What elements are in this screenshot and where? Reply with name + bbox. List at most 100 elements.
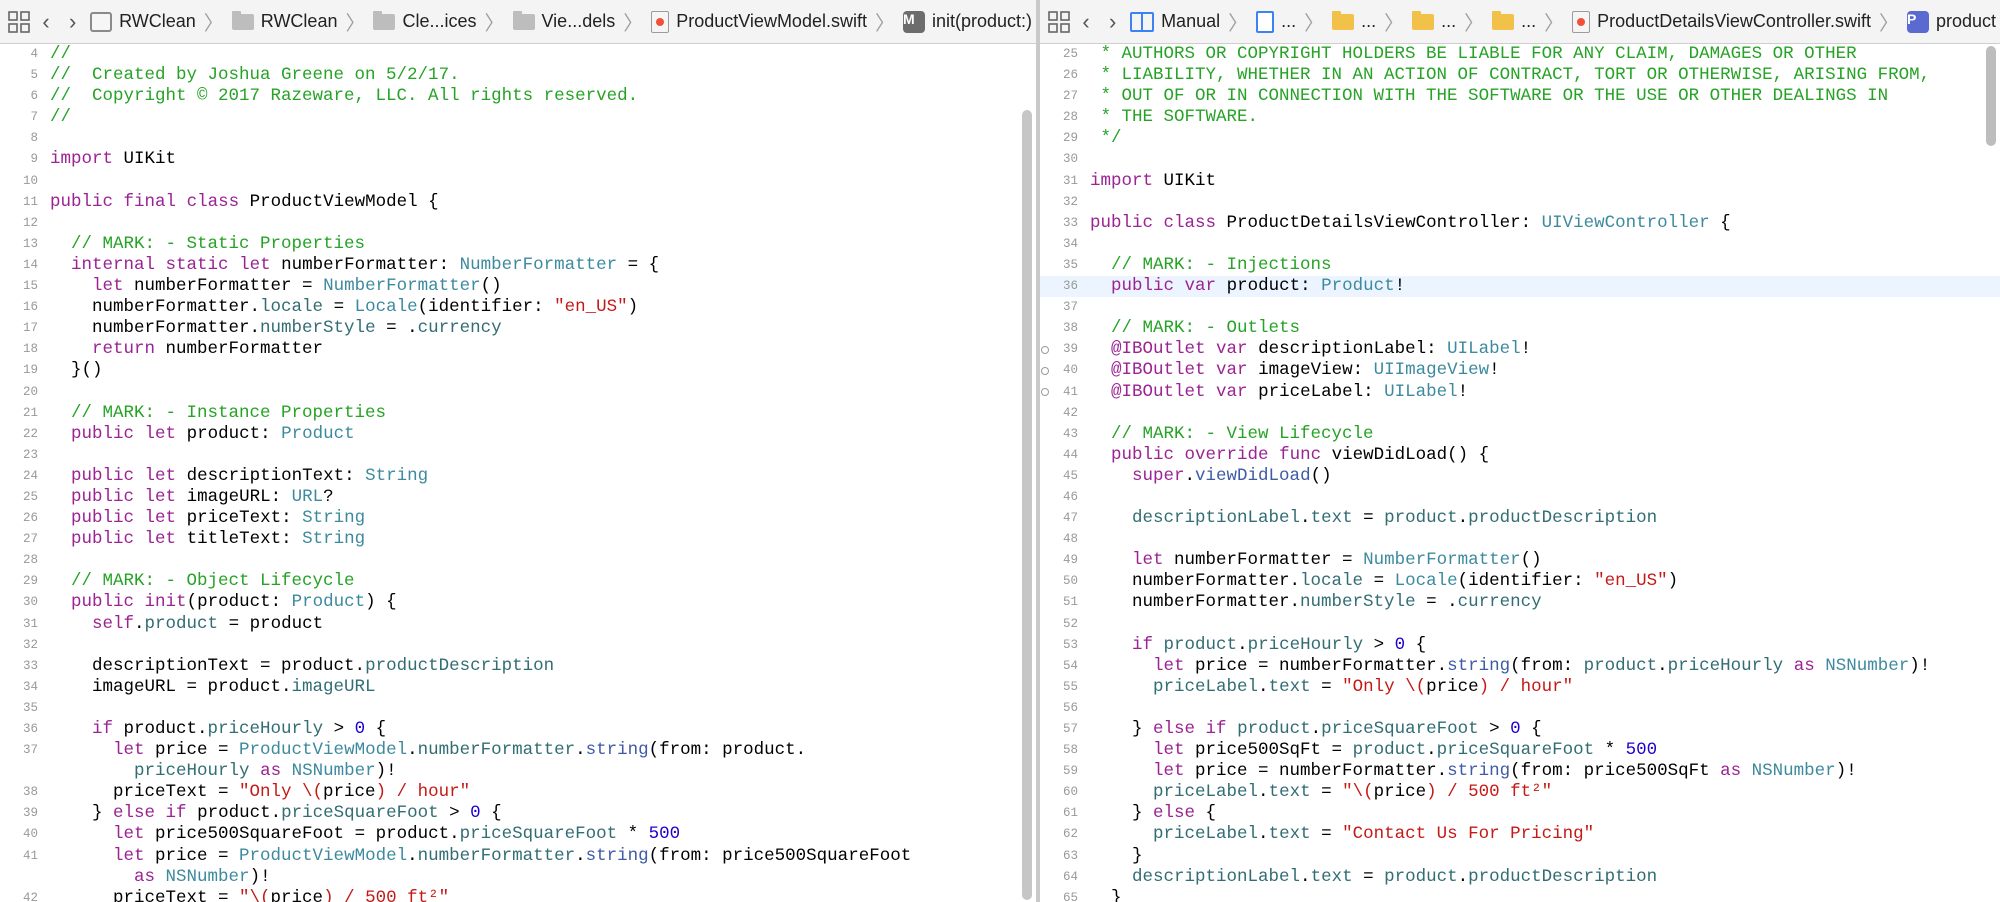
breadcrumb-group[interactable]: ... [1328,10,1380,32]
scrollbar[interactable] [1022,110,1032,900]
code-line[interactable]: 45 super.viewDidLoad() [1040,466,2000,487]
code-editor[interactable]: 4 // 5 // Created by Joshua Greene on 5/2/1… [0,44,1036,902]
code-line[interactable]: 51 numberFormatter.numberStyle = .curren… [1040,592,2000,613]
outlet-connection-icon[interactable] [1040,360,1050,381]
code-line[interactable]: 28 * THE SOFTWARE. [1040,107,2000,128]
code-line[interactable]: 54 let price = numberFormatter.string(fr… [1040,656,2000,677]
code-line[interactable]: 38 // MARK: - Outlets [1040,318,2000,339]
code-line[interactable]: 39 } else if product.priceSquareFoot > 0… [0,803,1036,824]
code-line[interactable]: 44 public override func viewDidLoad() { [1040,445,2000,466]
code-editor[interactable]: 25 * AUTHORS OR COPYRIGHT HOLDERS BE LIA… [1040,44,2000,902]
code-line[interactable]: 13 // MARK: - Static Properties [0,234,1036,255]
related-items-icon[interactable] [1046,7,1073,37]
breadcrumb-editor-mode[interactable]: Manual [1126,11,1224,32]
code-line[interactable]: 14 internal static let numberFormatter: … [0,255,1036,276]
code-line[interactable]: 11 public final class ProductViewModel { [0,192,1036,213]
related-items-icon[interactable] [6,7,33,37]
code-line[interactable]: 19 }() [0,360,1036,381]
code-line[interactable]: 42 priceText = "\(price) / 500 ft²" [0,888,1036,902]
forward-arrow-icon[interactable]: › [1099,7,1126,37]
scrollbar[interactable] [1986,46,1996,146]
breadcrumb-group[interactable]: Vie...dels [509,10,620,32]
code-line[interactable]: 29 */ [1040,128,2000,149]
breadcrumb-symbol[interactable]: Pproduct [1903,10,2000,33]
breadcrumb-group[interactable]: Cle...ices [369,10,480,32]
code-line[interactable]: 8 [0,128,1036,149]
code-line[interactable]: 24 public let descriptionText: String [0,466,1036,487]
code-line[interactable]: 10 [0,171,1036,192]
code-line[interactable]: 38 priceText = "Only \(price) / hour" [0,782,1036,803]
code-line[interactable]: 37 let price = ProductViewModel.numberFo… [0,740,1036,761]
breadcrumb-symbol[interactable]: Minit(product:) [899,10,1036,33]
code-line[interactable]: 50 numberFormatter.locale = Locale(ident… [1040,571,2000,592]
outlet-connection-icon[interactable] [1040,339,1050,360]
code-line[interactable]: 52 [1040,614,2000,635]
breadcrumb-file[interactable]: ProductDetailsViewController.swift [1568,10,1875,33]
code-line[interactable]: 31 self.product = product [0,614,1036,635]
code-line[interactable]: 16 numberFormatter.locale = Locale(ident… [0,297,1036,318]
code-line[interactable]: 57 } else if product.priceSquareFoot > 0… [1040,719,2000,740]
code-line[interactable]: 29 // MARK: - Object Lifecycle [0,571,1036,592]
code-line[interactable]: 62 priceLabel.text = "Contact Us For Pri… [1040,824,2000,845]
code-line[interactable]: 55 priceLabel.text = "Only \(price) / ho… [1040,677,2000,698]
code-line[interactable]: 34 [1040,234,2000,255]
code-line[interactable]: 36 if product.priceHourly > 0 { [0,719,1036,740]
breadcrumb-group[interactable]: ... [1488,10,1540,32]
code-line[interactable]: 9 import UIKit [0,149,1036,170]
back-arrow-icon[interactable]: ‹ [33,7,60,37]
code-line[interactable]: 33 public class ProductDetailsViewControl… [1040,213,2000,234]
code-line[interactable]: 27 public let titleText: String [0,529,1036,550]
code-line[interactable]: 61 } else { [1040,803,2000,824]
code-line[interactable]: 47 descriptionLabel.text = product.produ… [1040,508,2000,529]
code-line[interactable]: 32 [1040,192,2000,213]
code-line[interactable]: 23 [0,445,1036,466]
code-line[interactable]: 22 public let product: Product [0,424,1036,445]
code-line[interactable]: 46 [1040,487,2000,508]
breadcrumb-file[interactable]: ProductViewModel.swift [647,10,871,33]
code-line[interactable]: 43 // MARK: - View Lifecycle [1040,424,2000,445]
code-line[interactable]: 40 let price500SquareFoot = product.pric… [0,824,1036,845]
code-line[interactable]: 35 [0,698,1036,719]
code-line[interactable]: 58 let price500SqFt = product.priceSquar… [1040,740,2000,761]
code-line[interactable]: 25 public let imageURL: URL? [0,487,1036,508]
code-line[interactable]: 27 * OUT OF OR IN CONNECTION WITH THE SO… [1040,86,2000,107]
code-line[interactable]: 48 [1040,529,2000,550]
code-line[interactable]: 18 return numberFormatter [0,339,1036,360]
code-line[interactable]: as NSNumber)! [0,867,1036,888]
back-arrow-icon[interactable]: ‹ [1073,7,1100,37]
code-line[interactable]: 41 let price = ProductViewModel.numberFo… [0,846,1036,867]
code-line[interactable]: 28 [0,550,1036,571]
code-line[interactable]: 20 [0,382,1036,403]
code-line[interactable]: 26 * LIABILITY, WHETHER IN AN ACTION OF … [1040,65,2000,86]
breadcrumb-project[interactable]: RWClean [86,11,200,32]
code-line[interactable]: 42 [1040,403,2000,424]
code-line[interactable]: 15 let numberFormatter = NumberFormatter… [0,276,1036,297]
code-line[interactable]: 64 descriptionLabel.text = product.produ… [1040,867,2000,888]
code-line[interactable]: 5 // Created by Joshua Greene on 5/2/17. [0,65,1036,86]
breadcrumb-group[interactable]: ... [1408,10,1460,32]
code-line[interactable]: 25 * AUTHORS OR COPYRIGHT HOLDERS BE LIA… [1040,44,2000,65]
code-line[interactable]: 17 numberFormatter.numberStyle = .curren… [0,318,1036,339]
code-line[interactable]: 30 public init(product: Product) { [0,592,1036,613]
code-line[interactable]: 49 let numberFormatter = NumberFormatter… [1040,550,2000,571]
code-line[interactable]: 59 let price = numberFormatter.string(fr… [1040,761,2000,782]
code-line[interactable]: 37 [1040,297,2000,318]
code-line[interactable]: 21 // MARK: - Instance Properties [0,403,1036,424]
code-line[interactable]: 12 [0,213,1036,234]
code-line[interactable]: 33 descriptionText = product.productDesc… [0,656,1036,677]
code-line[interactable]: 39 @IBOutlet var descriptionLabel: UILab… [1040,339,2000,360]
code-line[interactable]: 40 @IBOutlet var imageView: UIImageView! [1040,360,2000,381]
breadcrumb-group[interactable]: RWClean [228,10,342,32]
code-line[interactable]: 6 // Copyright © 2017 Razeware, LLC. All … [0,86,1036,107]
code-line[interactable]: 26 public let priceText: String [0,508,1036,529]
breadcrumb-project[interactable]: ... [1252,10,1300,33]
code-line[interactable]: 63 } [1040,846,2000,867]
code-line[interactable]: 36 public var product: Product! [1040,276,2000,298]
code-line[interactable]: 41 @IBOutlet var priceLabel: UILabel! [1040,382,2000,403]
outlet-connection-icon[interactable] [1040,382,1050,403]
code-line[interactable]: 30 [1040,149,2000,170]
code-line[interactable]: 4 // [0,44,1036,65]
code-line[interactable]: 35 // MARK: - Injections [1040,255,2000,276]
code-line[interactable]: 34 imageURL = product.imageURL [0,677,1036,698]
code-line[interactable]: priceHourly as NSNumber)! [0,761,1036,782]
